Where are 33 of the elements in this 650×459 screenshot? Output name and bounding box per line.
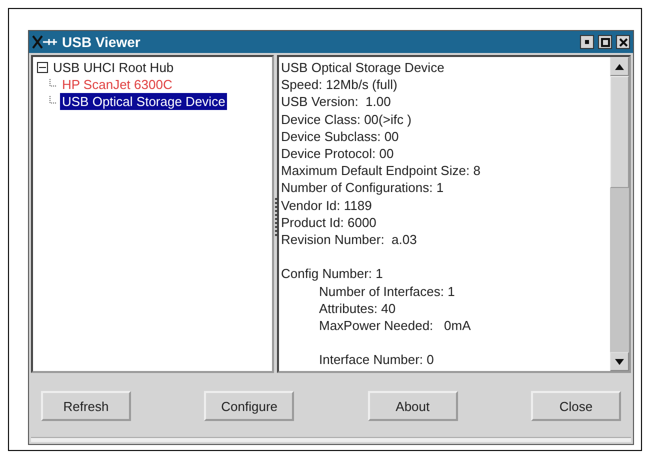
detail-line: Device Protocol: 00 xyxy=(281,145,395,162)
close-icon[interactable] xyxy=(616,35,630,49)
scroll-up-icon[interactable] xyxy=(615,64,624,70)
dialog-button[interactable]: Close xyxy=(530,391,621,421)
detail-line: Interface Number: 0 xyxy=(318,351,435,369)
detail-line: Maximum Default Endpoint Size: 8 xyxy=(281,162,482,180)
usb-plug-icon xyxy=(32,35,58,49)
tree-item[interactable]: HP ScanJet 6300C xyxy=(60,76,174,93)
scrollbar-thumb[interactable] xyxy=(610,76,629,188)
detail-line: USB Version: 1.00 xyxy=(281,93,392,111)
dialog-button[interactable]: Configure xyxy=(204,391,294,421)
detail-line: Attributes: 40 xyxy=(318,300,397,318)
detail-line: Device Class: 00(>ifc ) xyxy=(281,110,412,128)
detail-line: Config Number: 1 xyxy=(281,265,384,283)
splitter-handle[interactable] xyxy=(275,197,278,237)
tree-item[interactable]: USB UHCI Root Hub xyxy=(51,59,176,76)
window-title: USB Viewer xyxy=(62,34,142,50)
tree-item[interactable]: USB Optical Storage Device xyxy=(60,93,228,110)
detail-line: Number of Interfaces: 1 xyxy=(318,282,456,300)
detail-line: Speed: 12Mb/s (full) xyxy=(281,76,398,94)
maximize-icon[interactable] xyxy=(598,35,612,49)
dialog-button[interactable]: Refresh xyxy=(41,391,131,421)
detail-line: MaxPower Needed: 0mA xyxy=(318,317,472,334)
collapse-icon[interactable] xyxy=(37,62,48,73)
detail-line: Revision Number: a.03 xyxy=(281,231,418,248)
minimize-icon[interactable] xyxy=(580,35,594,49)
scroll-down-icon[interactable] xyxy=(615,358,624,364)
detail-line: Device Subclass: 00 xyxy=(281,128,400,146)
detail-line: Vendor Id: 1189 xyxy=(281,196,373,214)
detail-line: Number of Configurations: 1 xyxy=(281,179,445,197)
detail-line: USB Optical Storage Device xyxy=(281,59,446,76)
detail-line: Product Id: 6000 xyxy=(281,214,378,232)
dialog-button[interactable]: About xyxy=(368,391,458,421)
